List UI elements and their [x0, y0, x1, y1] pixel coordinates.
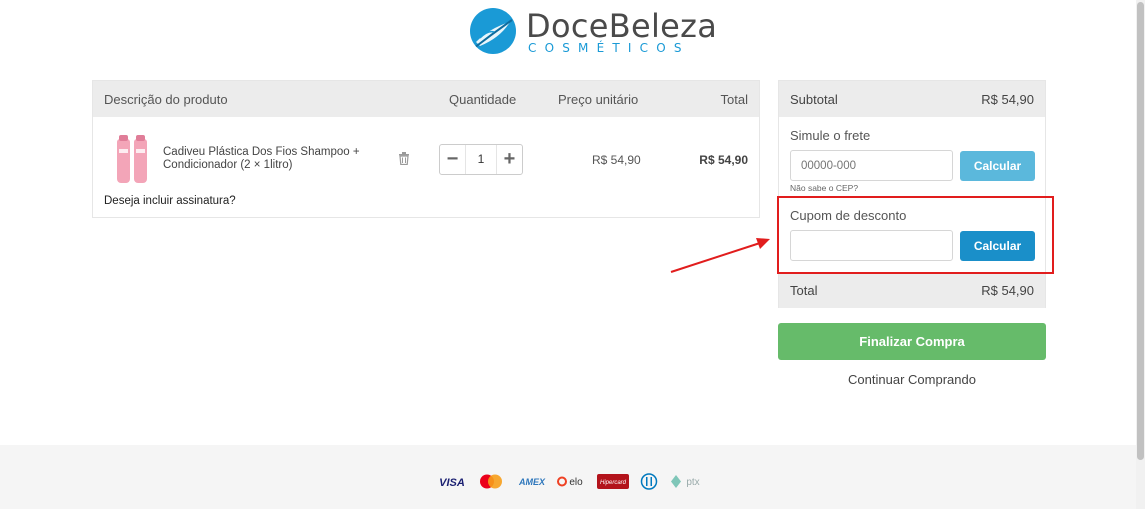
- shipping-title: Simule o frete: [790, 128, 871, 143]
- logo-leaf-icon: [470, 8, 516, 54]
- hipercard-icon: Hipercard: [597, 474, 629, 489]
- column-header-product: Descrição do produto: [104, 92, 228, 107]
- calculate-shipping-button[interactable]: Calcular: [960, 151, 1035, 181]
- total-value: R$ 54,90: [981, 283, 1034, 298]
- subtotal-value: R$ 54,90: [981, 92, 1034, 107]
- plus-icon: +: [503, 148, 516, 170]
- conditioner-bottle-icon: [134, 135, 147, 183]
- quantity-value[interactable]: 1: [465, 145, 497, 174]
- pix-icon: ptx: [671, 475, 700, 488]
- cep-help-link[interactable]: Não sabe o CEP?: [790, 183, 858, 193]
- diners-club-icon: [640, 473, 658, 490]
- decrease-quantity-button[interactable]: −: [440, 145, 465, 174]
- total-row: Total R$ 54,90: [779, 272, 1045, 308]
- column-header-total: Total: [720, 92, 748, 107]
- amex-icon: AMEX: [518, 477, 546, 487]
- total-label: Total: [790, 283, 818, 298]
- column-header-unit-price: Preço unitário: [558, 92, 639, 107]
- product-image[interactable]: [107, 135, 149, 183]
- checkout-button[interactable]: Finalizar Compra: [778, 323, 1046, 360]
- subscription-prompt[interactable]: Deseja incluir assinatura?: [104, 195, 236, 207]
- product-name[interactable]: Cadiveu Plástica Dos Fios Shampoo + Cond…: [163, 146, 373, 172]
- annotation-arrow-icon: [670, 238, 770, 273]
- cart-table: Descrição do produto Quantidade Preço un…: [92, 80, 760, 218]
- brand-tagline: COSMÉTICOS: [528, 41, 690, 55]
- coupon-highlight-box: [777, 196, 1054, 274]
- brand-name: DoceBeleza: [526, 7, 718, 45]
- column-header-quantity: Quantidade: [449, 92, 517, 107]
- increase-quantity-button[interactable]: +: [497, 145, 522, 174]
- trash-icon[interactable]: [397, 151, 411, 165]
- footer: VISA AMEX elo Hipercard ptx: [0, 445, 1136, 509]
- subtotal-label: Subtotal: [790, 92, 838, 107]
- scrollbar-thumb[interactable]: [1137, 2, 1144, 460]
- svg-text:elo: elo: [569, 477, 583, 488]
- svg-text:Hipercard: Hipercard: [600, 480, 627, 486]
- page-scrollbar[interactable]: [1136, 0, 1145, 509]
- continue-shopping-link[interactable]: Continuar Comprando: [778, 372, 1046, 387]
- cep-input[interactable]: [790, 150, 953, 181]
- cart-item-row: Cadiveu Plástica Dos Fios Shampoo + Cond…: [93, 117, 759, 217]
- mastercard-icon: [480, 474, 502, 489]
- visa-icon: VISA: [439, 477, 465, 489]
- minus-icon: −: [446, 148, 459, 170]
- quantity-stepper: − 1 +: [439, 144, 523, 175]
- cart-table-header: Descrição do produto Quantidade Preço un…: [93, 81, 759, 117]
- elo-icon: elo: [557, 476, 583, 488]
- item-total: R$ 54,90: [699, 153, 748, 167]
- unit-price: R$ 54,90: [592, 153, 641, 167]
- svg-text:VISA: VISA: [439, 477, 465, 489]
- subtotal-row: Subtotal R$ 54,90: [779, 81, 1045, 117]
- svg-text:AMEX: AMEX: [518, 477, 546, 487]
- shampoo-bottle-icon: [117, 135, 130, 183]
- svg-text:ptx: ptx: [686, 477, 699, 488]
- store-logo[interactable]: DoceBeleza COSMÉTICOS: [470, 6, 717, 56]
